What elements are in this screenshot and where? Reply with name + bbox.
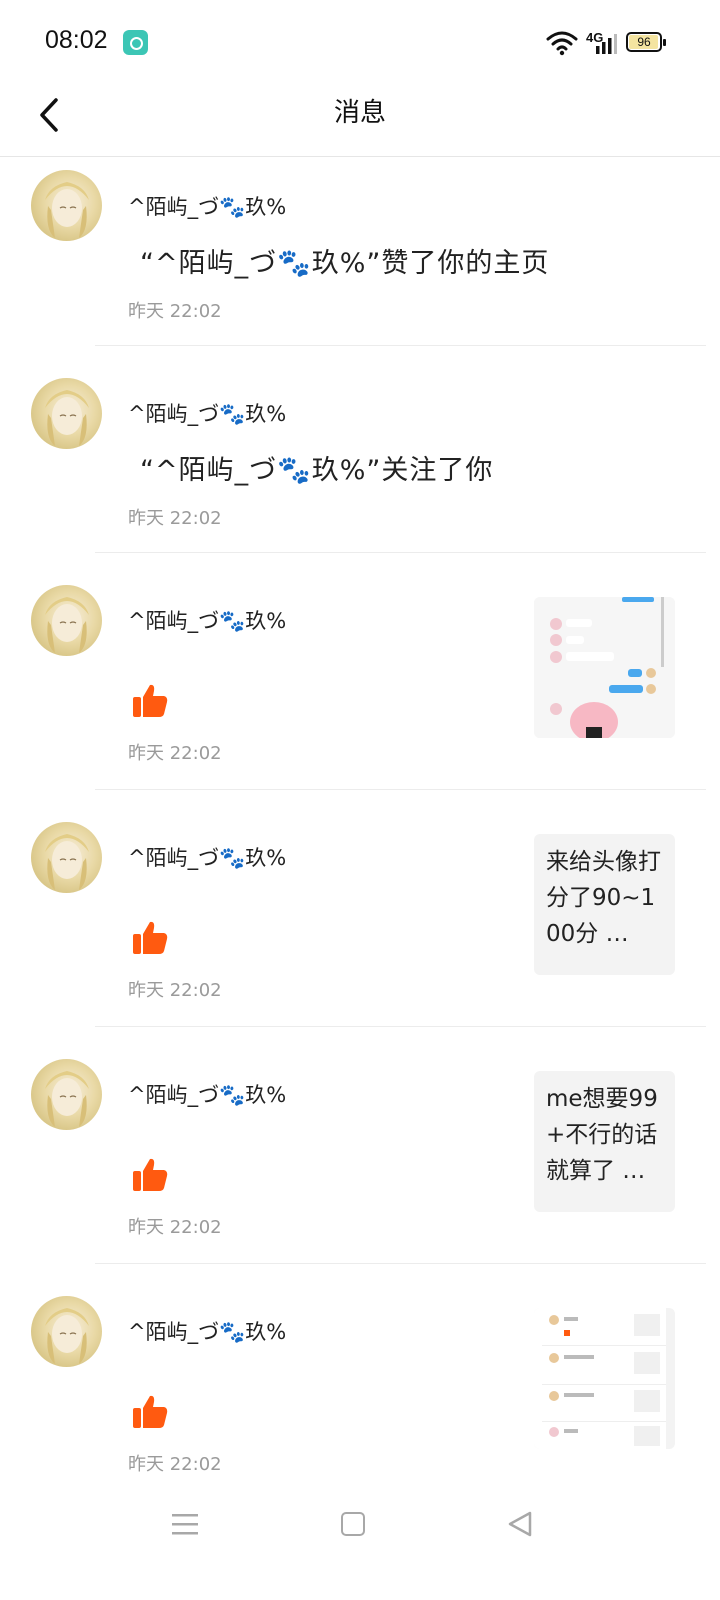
message-text: “^陌屿_づ🐾玖%”关注了你 — [140, 455, 494, 486]
wifi-icon — [546, 31, 578, 56]
thumbs-up-icon — [133, 1158, 168, 1191]
avatar[interactable] — [31, 378, 102, 449]
message-time: 昨天 22:02 — [128, 508, 222, 529]
battery-level: 96 — [637, 35, 651, 49]
status-time: 08:02 — [45, 26, 108, 54]
message-item[interactable]: ^陌屿_づ🐾玖% 昨天 22:02 — [0, 1264, 720, 1494]
message-item[interactable]: ^陌屿_づ🐾玖% “^陌屿_づ🐾玖%”赞了你的主页 昨天 22:02 — [0, 157, 720, 346]
status-bar: 08:02 4G 96 — [0, 0, 720, 84]
thumbs-up-icon — [133, 1395, 168, 1428]
post-thumbnail[interactable] — [534, 597, 675, 738]
messages-screenshot-image — [534, 1308, 675, 1449]
thumbs-up-icon — [133, 921, 168, 954]
triangle-back-icon[interactable] — [506, 1510, 534, 1538]
message-item[interactable]: ^陌屿_づ🐾玖% “^陌屿_づ🐾玖%”关注了你 昨天 22:02 — [0, 346, 720, 553]
user-name[interactable]: ^陌屿_づ🐾玖% — [128, 1316, 286, 1346]
thumbs-up-icon — [133, 684, 168, 717]
message-list: ^陌屿_づ🐾玖% “^陌屿_づ🐾玖%”赞了你的主页 昨天 22:02 ^陌屿_づ… — [0, 157, 720, 1494]
message-time: 昨天 22:02 — [128, 301, 222, 322]
message-item[interactable]: ^陌屿_づ🐾玖% 昨天 22:02 — [0, 553, 720, 790]
avatar[interactable] — [31, 585, 102, 656]
menu-icon[interactable] — [172, 1512, 198, 1536]
avatar[interactable] — [31, 822, 102, 893]
post-thumbnail[interactable]: me想要99+不行的话就算了 … — [534, 1071, 675, 1212]
user-name[interactable]: ^陌屿_づ🐾玖% — [128, 1079, 286, 1109]
user-name[interactable]: ^陌屿_づ🐾玖% — [128, 842, 286, 872]
avatar[interactable] — [31, 1059, 102, 1130]
battery-icon: 96 — [626, 32, 666, 52]
post-thumbnail[interactable]: 来给头像打分了90~100分 … — [534, 834, 675, 975]
user-name[interactable]: ^陌屿_づ🐾玖% — [128, 398, 286, 428]
system-nav-bar — [0, 1490, 720, 1560]
signal-icon — [596, 34, 617, 54]
message-time: 昨天 22:02 — [128, 1217, 222, 1238]
post-thumbnail-text: 来给头像打分了90~100分 … — [546, 849, 661, 947]
message-time: 昨天 22:02 — [128, 1454, 222, 1475]
message-time: 昨天 22:02 — [128, 743, 222, 764]
app-notification-icon — [123, 30, 148, 55]
message-time: 昨天 22:02 — [128, 980, 222, 1001]
avatar[interactable] — [31, 1296, 102, 1367]
chat-screenshot-image — [534, 597, 675, 738]
post-thumbnail-text: me想要99+不行的话就算了 … — [546, 1086, 658, 1184]
message-item[interactable]: ^陌屿_づ🐾玖% 昨天 22:02 me想要99+不行的话就算了 … — [0, 1027, 720, 1264]
square-home-icon[interactable] — [341, 1512, 365, 1536]
user-name[interactable]: ^陌屿_づ🐾玖% — [128, 605, 286, 635]
user-name[interactable]: ^陌屿_づ🐾玖% — [128, 191, 286, 221]
post-thumbnail[interactable] — [534, 1308, 675, 1449]
page-title: 消息 — [333, 98, 386, 128]
header: 消息 — [0, 84, 720, 157]
message-item[interactable]: ^陌屿_づ🐾玖% 昨天 22:02 来给头像打分了90~100分 … — [0, 790, 720, 1027]
avatar[interactable] — [31, 170, 102, 241]
message-text: “^陌屿_づ🐾玖%”赞了你的主页 — [140, 248, 550, 279]
